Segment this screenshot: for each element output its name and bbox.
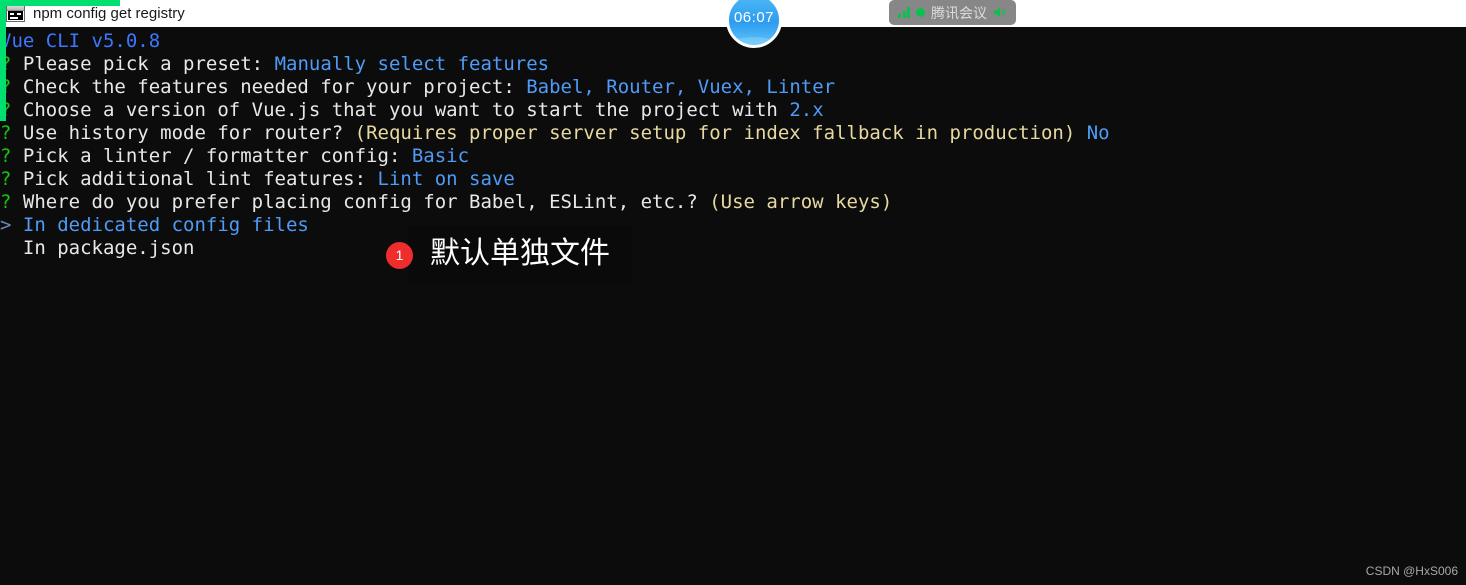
terminal-line-option-package-json: In package.json: [0, 237, 1466, 260]
timer-value: 06:07: [733, 8, 775, 26]
terminal-segment: 2.x: [789, 99, 824, 121]
green-accent-bar-left: [0, 0, 6, 121]
terminal-segment: In dedicated config files: [22, 214, 309, 236]
annotation-step-badge: 1: [386, 241, 413, 269]
terminal-segment: (Use arrow keys): [709, 191, 893, 213]
terminal-segment: Use history mode for router?: [22, 122, 355, 144]
terminal-segment: Please pick a preset:: [22, 53, 275, 75]
terminal-segment: Pick additional lint features:: [22, 168, 378, 190]
recording-dot-icon: [916, 8, 925, 17]
terminal-segment: ?: [0, 168, 23, 190]
terminal-line-question-vue-version: ? Choose a version of Vue.js that you wa…: [0, 99, 1466, 122]
cmd-terminal-icon: [6, 5, 25, 22]
terminal-line-question-preset: ? Please pick a preset: Manually select …: [0, 53, 1466, 76]
terminal-segment: Vue CLI v5.0.8: [0, 30, 161, 52]
annotation-text-box: 默认单独文件: [408, 226, 632, 284]
terminal-segment: >: [0, 214, 23, 236]
terminal-segment: Lint on save: [377, 168, 515, 190]
annotation-callout: 1 默认单独文件: [386, 226, 632, 284]
terminal-segment: Where do you prefer placing config for B…: [22, 191, 710, 213]
terminal-line-question-config-placement: ? Where do you prefer placing config for…: [0, 191, 1466, 214]
recording-timer-badge[interactable]: 06:07: [726, 0, 782, 48]
speaker-icon[interactable]: [993, 6, 1007, 19]
window-title: npm config get registry: [33, 5, 185, 22]
terminal-window: npm config get registry Vue CLI v5.0.8? …: [0, 0, 1466, 585]
cmd-icon-screen: [8, 11, 23, 20]
terminal-segment: Babel, Router, Vuex, Linter: [526, 76, 836, 98]
terminal-line-question-features: ? Check the features needed for your pro…: [0, 76, 1466, 99]
terminal-segment: Check the features needed for your proje…: [22, 76, 527, 98]
terminal-line-question-history-mode: ? Use history mode for router? (Requires…: [0, 122, 1466, 145]
signal-bars-icon: [898, 7, 910, 18]
terminal-segment: Choose a version of Vue.js that you want…: [22, 99, 790, 121]
watermark: CSDN @HxS006: [1365, 564, 1458, 578]
terminal-line-question-lint-features: ? Pick additional lint features: Lint on…: [0, 168, 1466, 191]
tencent-meeting-status-pill[interactable]: 腾讯会议: [889, 0, 1016, 25]
terminal-segment: ?: [0, 122, 23, 144]
terminal-segment: No: [1086, 122, 1110, 144]
terminal-line-question-linter-config: ? Pick a linter / formatter config: Basi…: [0, 145, 1466, 168]
terminal-segment: ?: [0, 191, 23, 213]
terminal-line-option-dedicated-config-files: > In dedicated config files: [0, 214, 1466, 237]
terminal-segment: Basic: [411, 145, 470, 167]
terminal-segment: (Requires proper server setup for index …: [354, 122, 1087, 144]
terminal-output[interactable]: Vue CLI v5.0.8? Please pick a preset: Ma…: [0, 27, 1466, 585]
terminal-segment: ?: [0, 145, 23, 167]
terminal-segment: Manually select features: [274, 53, 550, 75]
terminal-segment: Pick a linter / formatter config:: [22, 145, 412, 167]
green-accent-bar-top: [0, 0, 120, 6]
meeting-app-label: 腾讯会议: [931, 4, 987, 21]
terminal-segment: In package.json: [0, 237, 195, 259]
